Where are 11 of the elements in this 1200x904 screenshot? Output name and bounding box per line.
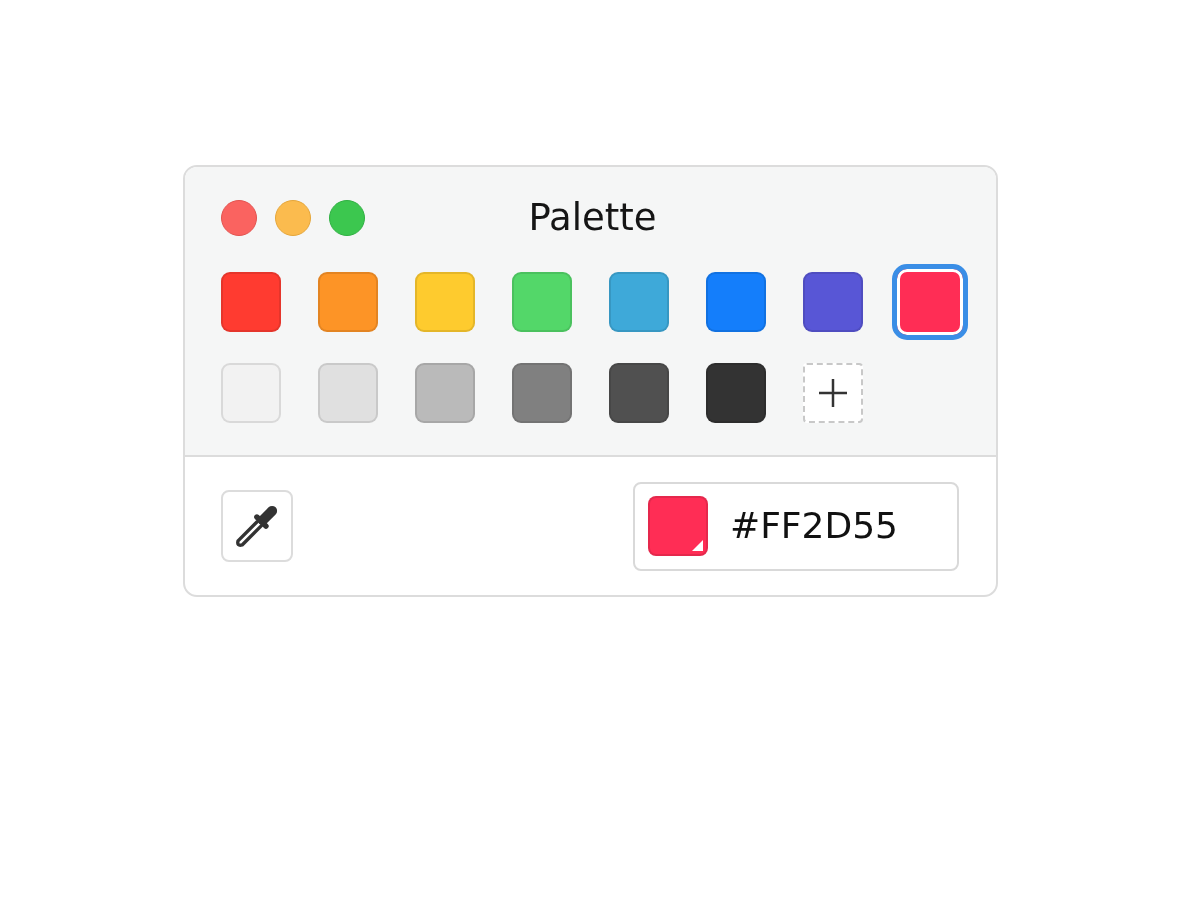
- add-color-button[interactable]: [803, 363, 863, 423]
- close-window-button[interactable]: [221, 199, 257, 236]
- hex-color-field[interactable]: #FF2D55: [633, 481, 959, 571]
- window-title: Palette: [527, 199, 657, 236]
- plus-icon: [819, 379, 847, 407]
- color-swatch[interactable]: [892, 264, 968, 340]
- hex-value-text: #FF2D55: [730, 508, 898, 544]
- eyedropper-button[interactable]: [221, 490, 293, 562]
- zoom-window-button[interactable]: [329, 199, 365, 236]
- eyedropper-icon: [236, 505, 278, 547]
- minimize-window-button[interactable]: [275, 199, 311, 236]
